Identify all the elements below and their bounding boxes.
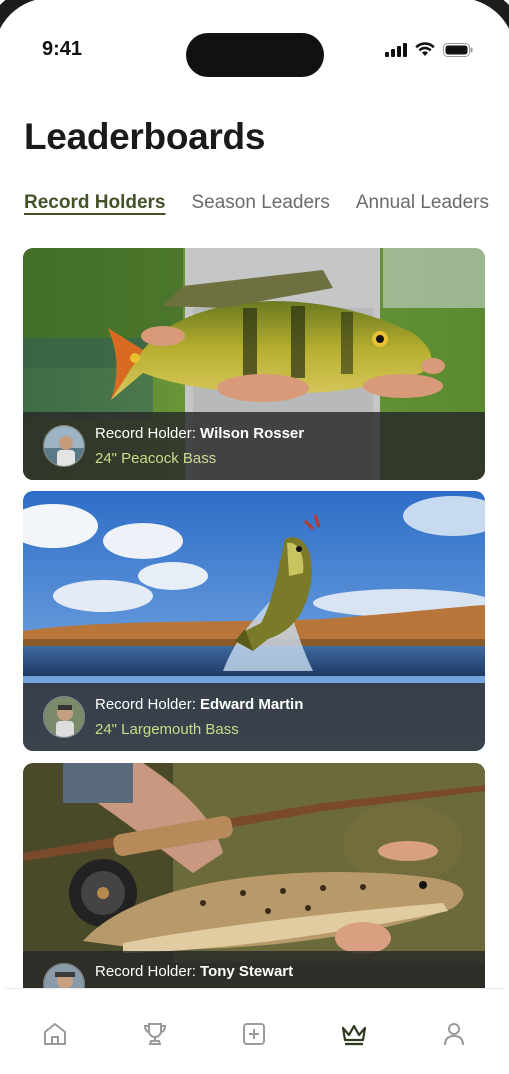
avatar bbox=[43, 425, 85, 467]
record-holder-prefix: Record Holder: bbox=[95, 425, 201, 442]
avatar bbox=[43, 696, 85, 738]
home-icon bbox=[43, 1023, 66, 1045]
status-icons bbox=[385, 42, 473, 57]
record-holder-line: Record Holder: Edward Martin bbox=[95, 696, 303, 713]
battery-icon bbox=[443, 42, 473, 57]
record-holder-name: Edward Martin bbox=[200, 696, 304, 713]
tab-annual-leaders[interactable]: Annual Leaders bbox=[356, 192, 489, 214]
add-icon bbox=[243, 1023, 266, 1045]
record-holder-prefix: Record Holder: bbox=[95, 963, 201, 980]
record-holder-line: Record Holder: Wilson Rosser bbox=[95, 425, 304, 442]
page-title: Leaderboards bbox=[24, 116, 266, 157]
record-caption: Record Holder: Wilson Rosser 24" Peacock… bbox=[23, 412, 485, 480]
record-holder-name: Tony Stewart bbox=[200, 963, 294, 980]
record-holder-prefix: Record Holder: bbox=[95, 696, 201, 713]
profile-icon bbox=[444, 1023, 465, 1046]
bottom-navigation bbox=[5, 988, 504, 1074]
record-holder-line: Record Holder: Tony Stewart bbox=[95, 963, 293, 980]
dynamic-island bbox=[186, 33, 324, 77]
tab-record-holders[interactable]: Record Holders bbox=[24, 192, 165, 214]
trophy-icon bbox=[143, 1023, 166, 1045]
status-time: 9:41 bbox=[42, 38, 83, 60]
record-card[interactable]: Record Holder: Tony Stewart bbox=[23, 763, 485, 1023]
phone-screen: 9:41 Leaderboards Record Holders Season … bbox=[0, 0, 509, 1074]
record-card[interactable]: Record Holder: Edward Martin 24" Largemo… bbox=[23, 491, 485, 751]
signal-icon bbox=[385, 42, 407, 57]
tab-season-leaders[interactable]: Season Leaders bbox=[191, 192, 329, 214]
record-card[interactable]: Record Holder: Wilson Rosser 24" Peacock… bbox=[23, 248, 485, 480]
nav-leaderboards[interactable] bbox=[334, 1021, 374, 1053]
nav-trophy[interactable] bbox=[135, 1021, 175, 1053]
record-holder-name: Wilson Rosser bbox=[200, 425, 305, 442]
nav-profile[interactable] bbox=[434, 1021, 474, 1053]
wifi-icon bbox=[415, 42, 435, 56]
fish-description: 24" Largemouth Bass bbox=[95, 721, 239, 738]
fish-description: 24" Peacock Bass bbox=[95, 450, 217, 467]
record-caption: Record Holder: Edward Martin 24" Largemo… bbox=[23, 683, 485, 751]
nav-home[interactable] bbox=[35, 1021, 75, 1053]
nav-add[interactable] bbox=[234, 1021, 274, 1053]
leaderboard-tabs: Record Holders Season Leaders Annual Lea… bbox=[24, 192, 489, 214]
crown-icon bbox=[342, 1024, 367, 1046]
